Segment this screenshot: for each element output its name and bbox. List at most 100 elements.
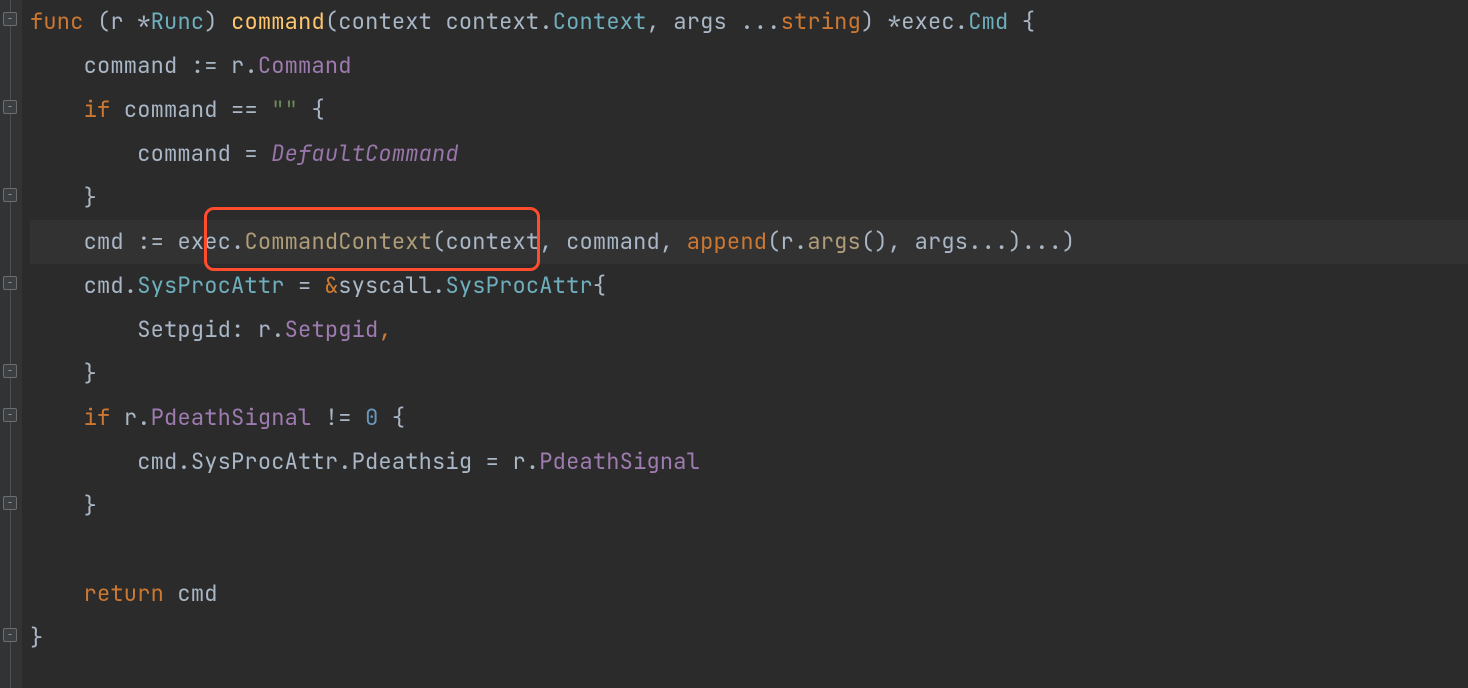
dot: . xyxy=(539,7,552,36)
param-args: args xyxy=(673,7,727,36)
paren-open: ( xyxy=(432,227,445,256)
comma: , xyxy=(647,7,660,36)
code-line[interactable]: return cmd xyxy=(30,572,1468,616)
fold-marker[interactable] xyxy=(3,12,17,26)
dot: . xyxy=(231,227,244,256)
fold-marker[interactable] xyxy=(3,496,17,510)
ident-r: r xyxy=(258,315,271,344)
dot: . xyxy=(432,271,445,300)
dot: . xyxy=(177,447,190,476)
comma: , xyxy=(539,227,552,256)
op-short-assign: := xyxy=(191,51,218,80)
ident-r: r xyxy=(512,447,525,476)
pkg-context: context xyxy=(446,7,540,36)
star: * xyxy=(888,7,901,36)
fold-marker[interactable] xyxy=(3,276,17,290)
code-line[interactable]: } xyxy=(30,484,1468,528)
method-args: args xyxy=(807,227,861,256)
fold-marker[interactable] xyxy=(3,188,17,202)
op-amp: & xyxy=(325,271,338,300)
paren-close: ) xyxy=(1008,227,1021,256)
space xyxy=(84,7,97,36)
code-editor[interactable]: func (r *Runc) command(context context.C… xyxy=(0,0,1468,688)
code-line[interactable]: command = DefaultCommand xyxy=(30,132,1468,176)
var-cmd: cmd xyxy=(84,271,124,300)
var-command: command xyxy=(124,95,218,124)
comma: , xyxy=(660,227,673,256)
type-context: Context xyxy=(553,7,647,36)
code-line[interactable]: cmd.SysProcAttr.Pdeathsig = r.PdeathSign… xyxy=(30,440,1468,484)
arg-context: context xyxy=(445,227,539,256)
string-empty: "" xyxy=(271,95,298,124)
const-default-command: DefaultCommand xyxy=(271,139,459,168)
field-setpgid: Setpgid xyxy=(285,315,379,344)
paren-close: ) xyxy=(861,7,874,36)
op-assign: = xyxy=(244,139,257,168)
brace-open: { xyxy=(392,403,405,432)
paren-close: ) xyxy=(874,227,887,256)
keyword-if: if xyxy=(84,95,111,124)
dots: ... xyxy=(1022,227,1062,256)
brace-close: } xyxy=(30,623,43,652)
code-line[interactable]: } xyxy=(30,176,1468,220)
dot: . xyxy=(244,51,257,80)
gutter xyxy=(0,0,22,688)
fold-marker[interactable] xyxy=(3,364,17,378)
comma: , xyxy=(888,227,901,256)
code-line-highlighted[interactable]: cmd := exec.CommandContext(context, comm… xyxy=(30,220,1468,264)
brace-close: } xyxy=(84,183,97,212)
brace-open: { xyxy=(1022,7,1035,36)
brace-open: { xyxy=(593,271,606,300)
type-cmd: Cmd xyxy=(968,7,1008,36)
code-line[interactable]: func (r *Runc) command(context context.C… xyxy=(30,0,1468,44)
field-pdeathsignal: PdeathSignal xyxy=(151,403,312,432)
op-neq: != xyxy=(325,403,352,432)
space xyxy=(1008,7,1021,36)
code-line[interactable]: if r.PdeathSignal != 0 { xyxy=(30,396,1468,440)
paren-open: ( xyxy=(325,7,338,36)
dot: . xyxy=(794,227,807,256)
brace-close: } xyxy=(84,491,97,520)
field-command-cap: Command xyxy=(258,51,352,80)
fold-marker[interactable] xyxy=(3,628,17,642)
code-line[interactable]: } xyxy=(30,352,1468,396)
dots: ... xyxy=(740,7,780,36)
var-cmd: cmd xyxy=(177,579,217,608)
code-line[interactable]: cmd.SysProcAttr = &syscall.SysProcAttr{ xyxy=(30,264,1468,308)
type-runc: Runc xyxy=(151,7,205,36)
func-name-command: command xyxy=(231,7,325,36)
code-line[interactable]: } xyxy=(30,616,1468,660)
keyword-return: return xyxy=(84,579,164,608)
recv-r: r xyxy=(110,7,123,36)
space xyxy=(727,7,740,36)
ident-r: r xyxy=(124,403,137,432)
arg-command: command xyxy=(566,227,660,256)
op-assign: = xyxy=(298,271,311,300)
code-area[interactable]: func (r *Runc) command(context context.C… xyxy=(22,0,1468,688)
param-context: context xyxy=(338,7,432,36)
paren-close: ) xyxy=(1062,227,1075,256)
fold-marker[interactable] xyxy=(3,100,17,114)
dot: . xyxy=(271,315,284,344)
space xyxy=(660,7,673,36)
dot: . xyxy=(338,447,351,476)
var-command: command xyxy=(84,51,178,80)
field-pdeathsig: Pdeathsig xyxy=(352,447,473,476)
pkg-exec: exec xyxy=(177,227,231,256)
fold-marker[interactable] xyxy=(3,408,17,422)
code-line[interactable]: command := r.Command xyxy=(30,44,1468,88)
builtin-append: append xyxy=(687,227,767,256)
fn-command-context: CommandContext xyxy=(244,227,432,256)
field-key-setpgid: Setpgid xyxy=(137,315,231,344)
code-line[interactable]: if command == "" { xyxy=(30,88,1468,132)
arg-args: args xyxy=(915,227,969,256)
code-line-blank[interactable] xyxy=(30,528,1468,572)
type-sysprocattr: SysProcAttr xyxy=(445,271,592,300)
field-sysprocattr: SysProcAttr xyxy=(191,447,338,476)
ident-r: r xyxy=(231,51,244,80)
keyword-if: if xyxy=(84,403,111,432)
pkg-syscall: syscall xyxy=(338,271,432,300)
number-zero: 0 xyxy=(365,403,378,432)
field-pdeathsignal: PdeathSignal xyxy=(539,447,700,476)
code-line[interactable]: Setpgid: r.Setpgid, xyxy=(30,308,1468,352)
